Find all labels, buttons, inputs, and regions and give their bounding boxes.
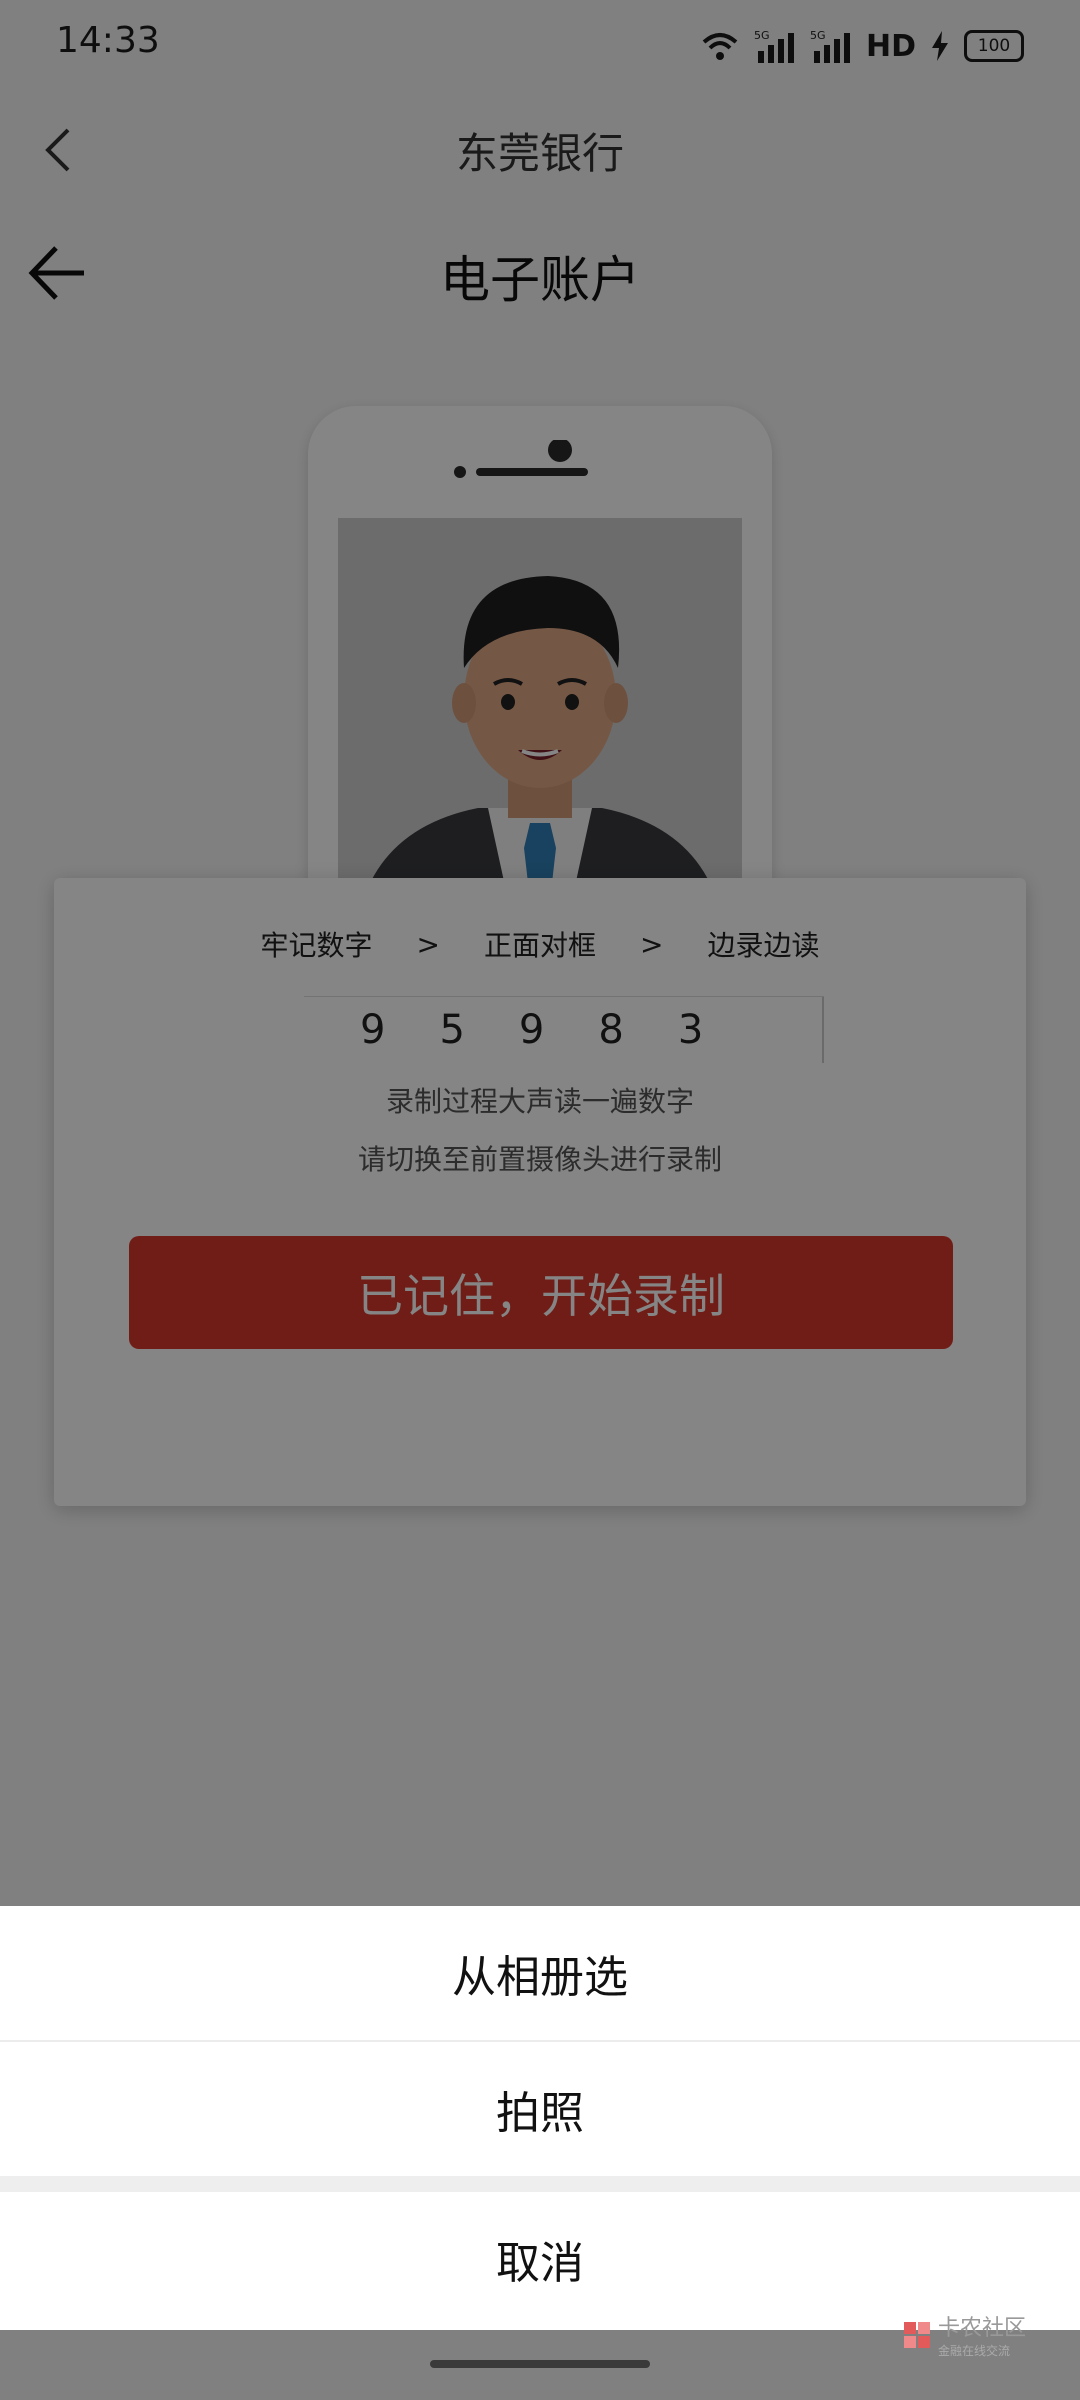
choose-from-album-option[interactable]: 从相册选 <box>0 1906 1080 2040</box>
action-sheet: 从相册选 拍照 取消 <box>0 1906 1080 2330</box>
watermark-logo-icon <box>904 2321 930 2348</box>
watermark-text: 卡农社区 <box>938 2316 1027 2341</box>
watermark: 卡农社区 金融在线交流 <box>902 2310 1026 2359</box>
take-photo-option[interactable]: 拍照 <box>0 2042 1080 2176</box>
watermark-subtext: 金融在线交流 <box>938 2344 1011 2358</box>
home-indicator[interactable] <box>430 2360 650 2368</box>
sheet-gap <box>0 2176 1080 2192</box>
cancel-option[interactable]: 取消 <box>0 2192 1080 2326</box>
